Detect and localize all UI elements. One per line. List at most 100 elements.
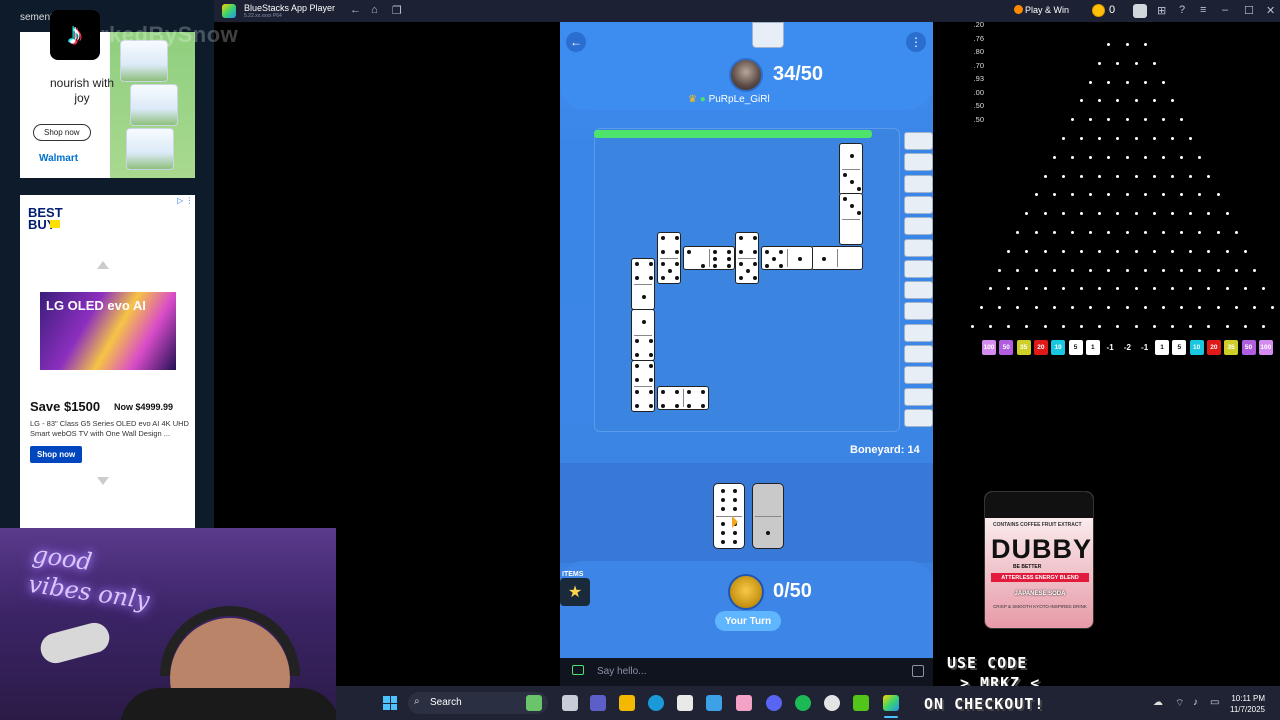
app-icon[interactable] bbox=[736, 695, 752, 711]
plinko-peg bbox=[1216, 193, 1220, 197]
wifi-icon[interactable]: ⌔ bbox=[1175, 697, 1184, 710]
plinko-peg bbox=[1134, 249, 1138, 253]
plinko-peg bbox=[1134, 61, 1138, 65]
ad-shop-button[interactable]: Shop now bbox=[33, 124, 91, 141]
app-icon[interactable] bbox=[853, 695, 869, 711]
task-view-icon[interactable] bbox=[562, 695, 578, 711]
coin-count: 0 bbox=[1109, 4, 1116, 16]
play-win-button[interactable]: Play & Win bbox=[1025, 5, 1069, 15]
copilot-icon[interactable] bbox=[706, 695, 722, 711]
plinko-peg bbox=[1080, 325, 1083, 328]
recent-apps-icon[interactable]: ❐ bbox=[392, 4, 402, 17]
plinko-peg bbox=[1089, 306, 1093, 310]
online-icon: ● bbox=[699, 94, 706, 105]
items-star-icon[interactable]: ★ bbox=[560, 578, 590, 606]
boneyard-tile bbox=[904, 238, 933, 257]
edge-icon[interactable] bbox=[648, 695, 664, 711]
battery-icon[interactable]: ▭ bbox=[1210, 697, 1219, 708]
windows-start-icon[interactable] bbox=[383, 696, 397, 710]
help-icon[interactable]: ? bbox=[1179, 4, 1185, 16]
plinko-peg bbox=[1161, 155, 1165, 159]
network-icon[interactable]: ☁ bbox=[1153, 697, 1163, 708]
promo-line-3: ON CHECKOUT! bbox=[924, 695, 1045, 713]
product-pouch bbox=[126, 128, 174, 170]
product-small-text: CRISP & SMOOTH KYOTO-INSPIRED DRINK bbox=[993, 604, 1087, 609]
plinko-peg bbox=[1061, 325, 1065, 328]
carousel-up-icon[interactable] bbox=[97, 261, 109, 269]
plinko-peg bbox=[1016, 268, 1020, 272]
plinko-peg bbox=[1007, 325, 1011, 328]
plinko-peg bbox=[1061, 212, 1065, 216]
chat-bar[interactable]: Say hello... bbox=[560, 658, 933, 686]
volume-icon[interactable]: ♪ bbox=[1193, 697, 1198, 708]
plinko-peg bbox=[1125, 268, 1129, 272]
active-indicator bbox=[884, 716, 898, 718]
discord-icon[interactable] bbox=[766, 695, 782, 711]
plinko-history-value: .00 bbox=[973, 87, 984, 97]
maximize-icon[interactable]: ☐ bbox=[1244, 4, 1254, 17]
plinko-peg bbox=[1189, 249, 1193, 253]
plinko-history-value: .93 bbox=[973, 74, 984, 83]
turn-timer-bar bbox=[594, 130, 872, 138]
plinko-peg bbox=[1007, 287, 1011, 291]
plinko-peg bbox=[1089, 118, 1093, 122]
plinko-peg bbox=[1189, 137, 1193, 140]
carousel-down-icon[interactable] bbox=[97, 477, 109, 485]
ad-shop-button[interactable]: Shop now bbox=[30, 446, 83, 463]
boneyard-tile bbox=[904, 408, 933, 427]
walmart-ad[interactable]: nourish with joy Shop now Walmart bbox=[20, 32, 195, 178]
bluestacks-taskbar-icon[interactable] bbox=[883, 695, 899, 711]
store-icon[interactable] bbox=[677, 695, 693, 711]
teams-icon[interactable] bbox=[590, 695, 606, 711]
user-avatar[interactable] bbox=[1133, 4, 1147, 18]
product-band: ATTERLESS ENERGY BLEND bbox=[991, 573, 1089, 582]
plinko-peg bbox=[1125, 118, 1129, 122]
plinko-peg bbox=[1171, 137, 1174, 140]
menu-icon[interactable]: ≡ bbox=[1200, 4, 1206, 16]
clock[interactable]: 10:11 PM 11/7/2025 bbox=[1230, 693, 1265, 715]
plinko-peg bbox=[970, 325, 974, 328]
product-flavor: JAPANESE SODA bbox=[1014, 591, 1066, 597]
back-arrow-icon[interactable]: ← bbox=[350, 4, 361, 16]
plinko-peg bbox=[1134, 325, 1138, 328]
obs-icon[interactable] bbox=[824, 695, 840, 711]
plinko-peg bbox=[1125, 306, 1129, 310]
board-domino bbox=[839, 143, 863, 195]
plinko-peg bbox=[1216, 268, 1220, 272]
plinko-peg bbox=[1134, 212, 1138, 216]
close-icon[interactable]: ✕ bbox=[1266, 4, 1275, 17]
plinko-peg bbox=[1171, 249, 1174, 253]
plinko-peg bbox=[1198, 155, 1202, 159]
plinko-peg bbox=[1225, 249, 1229, 253]
tiktok-logo-icon: ♪ bbox=[50, 10, 100, 60]
file-explorer-icon[interactable] bbox=[619, 695, 635, 711]
plinko-peg bbox=[1225, 325, 1229, 328]
bestbuy-ad[interactable]: ▷ ⋮ BEST BUY LG OLED evo AI Save $1500 N… bbox=[20, 195, 195, 528]
plinko-peg bbox=[1180, 118, 1184, 122]
plinko-peg bbox=[1225, 212, 1229, 216]
plinko-peg bbox=[1161, 80, 1165, 84]
plinko-peg bbox=[1052, 155, 1056, 159]
gift-icon[interactable]: ⊞ bbox=[1157, 4, 1166, 17]
stream-watermark: rkedBySnow bbox=[100, 22, 239, 47]
plinko-bucket: 100 bbox=[982, 340, 996, 355]
plinko-peg bbox=[1161, 118, 1165, 122]
widget-icon[interactable] bbox=[526, 695, 542, 711]
home-icon[interactable]: ⌂ bbox=[371, 4, 378, 16]
plinko-peg bbox=[1171, 212, 1174, 216]
spotify-icon[interactable] bbox=[795, 695, 811, 711]
chat-input[interactable]: Say hello... bbox=[597, 666, 646, 677]
adchoices-icon[interactable]: ▷ ⋮ bbox=[177, 196, 193, 205]
plinko-peg bbox=[1207, 249, 1211, 253]
game-back-icon[interactable]: ← bbox=[566, 32, 586, 52]
plinko-peg bbox=[1234, 268, 1238, 272]
sticker-icon[interactable] bbox=[912, 665, 924, 677]
game-menu-icon[interactable]: ⋮ bbox=[906, 32, 926, 52]
plinko-bucket: 10 bbox=[1189, 340, 1204, 355]
plinko-history-value: .76 bbox=[973, 33, 984, 43]
opponent-avatar bbox=[729, 58, 763, 92]
plinko-peg bbox=[1116, 212, 1120, 216]
hand-domino[interactable] bbox=[713, 483, 745, 549]
minimize-icon[interactable]: – bbox=[1222, 4, 1228, 16]
plinko-peg bbox=[1134, 99, 1138, 103]
